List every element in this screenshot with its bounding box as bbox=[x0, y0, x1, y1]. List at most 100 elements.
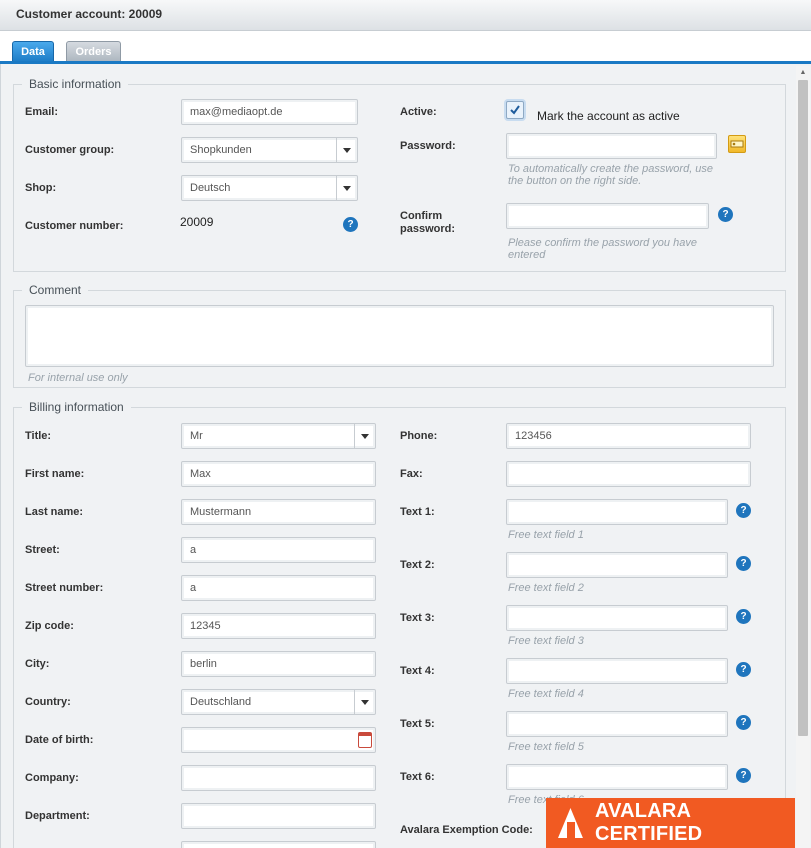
password-field[interactable] bbox=[506, 133, 717, 159]
help-icon[interactable]: ? bbox=[736, 715, 751, 730]
company-field[interactable] bbox=[181, 765, 376, 791]
city-label: City: bbox=[25, 658, 50, 670]
text2-label: Text 2: bbox=[400, 559, 435, 571]
text6-field[interactable] bbox=[506, 764, 728, 790]
zip-code-field[interactable]: 12345 bbox=[181, 613, 376, 639]
chevron-down-icon[interactable] bbox=[336, 176, 357, 200]
text5-label: Text 5: bbox=[400, 718, 435, 730]
active-checkbox[interactable] bbox=[506, 101, 524, 119]
first-name-label: First name: bbox=[25, 468, 85, 480]
text4-field[interactable] bbox=[506, 658, 728, 684]
billing-information-legend: Billing information bbox=[22, 400, 131, 415]
tab-data[interactable]: Data bbox=[12, 41, 54, 63]
email-label: Email: bbox=[25, 106, 59, 118]
confirm-password-field[interactable] bbox=[506, 203, 709, 229]
customer-group-select[interactable]: Shopkunden bbox=[181, 137, 358, 163]
text3-hint: Free text field 3 bbox=[508, 635, 584, 647]
help-icon[interactable]: ? bbox=[718, 207, 733, 222]
tab-bar: Data Orders bbox=[0, 31, 811, 63]
form-content: Basic information Email: max@mediaopt.de… bbox=[0, 64, 811, 848]
active-description: Mark the account as active bbox=[537, 109, 680, 123]
street-field[interactable]: a bbox=[181, 537, 376, 563]
company-label: Company: bbox=[25, 772, 79, 784]
country-value: Deutschland bbox=[190, 696, 252, 708]
window-title: Customer account: 20009 bbox=[16, 7, 163, 21]
title-value: Mr bbox=[190, 430, 203, 442]
date-of-birth-label: Date of birth: bbox=[25, 734, 94, 746]
text4-hint: Free text field 4 bbox=[508, 688, 584, 700]
text5-hint: Free text field 5 bbox=[508, 741, 584, 753]
street-number-field[interactable]: a bbox=[181, 575, 376, 601]
first-name-field[interactable]: Max bbox=[181, 461, 376, 487]
shop-value: Deutsch bbox=[190, 182, 231, 194]
customer-number-value: 20009 bbox=[180, 215, 214, 229]
country-label: Country: bbox=[25, 696, 71, 708]
text4-label: Text 4: bbox=[400, 665, 435, 677]
city-field[interactable]: berlin bbox=[181, 651, 376, 677]
basic-information-fieldset: Basic information Email: max@mediaopt.de… bbox=[13, 77, 786, 272]
vertical-scrollbar[interactable]: ▲ bbox=[796, 66, 810, 848]
generate-password-button[interactable] bbox=[728, 135, 746, 153]
help-icon[interactable]: ? bbox=[736, 503, 751, 518]
help-icon[interactable]: ? bbox=[736, 768, 751, 783]
street-label: Street: bbox=[25, 544, 60, 556]
comment-hint: For internal use only bbox=[28, 372, 128, 384]
confirm-password-hint: Please confirm the password you have ent… bbox=[508, 237, 697, 261]
basic-information-legend: Basic information bbox=[22, 77, 129, 92]
fax-label: Fax: bbox=[400, 468, 423, 480]
customer-group-label: Customer group: bbox=[25, 144, 115, 156]
text2-field[interactable] bbox=[506, 552, 728, 578]
key-icon bbox=[730, 140, 744, 148]
comment-fieldset: Comment For internal use only bbox=[13, 283, 786, 388]
billing-information-fieldset: Billing information Title: Mr First name… bbox=[13, 400, 786, 848]
title-label: Title: bbox=[25, 430, 52, 442]
password-hint: To automatically create the password, us… bbox=[508, 163, 714, 187]
text2-hint: Free text field 2 bbox=[508, 582, 584, 594]
next-field-partial[interactable] bbox=[181, 841, 376, 848]
last-name-label: Last name: bbox=[25, 506, 84, 518]
confirm-password-label: Confirm password: bbox=[400, 210, 456, 235]
shop-label: Shop: bbox=[25, 182, 57, 194]
zip-code-label: Zip code: bbox=[25, 620, 74, 632]
tab-orders[interactable]: Orders bbox=[66, 41, 121, 63]
text6-label: Text 6: bbox=[400, 771, 435, 783]
scrollbar-thumb[interactable] bbox=[798, 80, 808, 736]
help-icon[interactable]: ? bbox=[736, 662, 751, 677]
help-icon[interactable]: ? bbox=[736, 556, 751, 571]
last-name-field[interactable]: Mustermann bbox=[181, 499, 376, 525]
calendar-icon[interactable] bbox=[358, 732, 372, 748]
chevron-down-icon[interactable] bbox=[354, 690, 375, 714]
shop-select[interactable]: Deutsch bbox=[181, 175, 358, 201]
text1-field[interactable] bbox=[506, 499, 728, 525]
date-of-birth-field[interactable] bbox=[181, 727, 376, 753]
avalara-logo-icon bbox=[558, 808, 583, 838]
scroll-up-arrow-icon[interactable]: ▲ bbox=[796, 68, 810, 78]
chevron-down-icon[interactable] bbox=[336, 138, 357, 162]
window-titlebar: Customer account: 20009 bbox=[0, 0, 811, 31]
title-select[interactable]: Mr bbox=[181, 423, 376, 449]
department-field[interactable] bbox=[181, 803, 376, 829]
password-label: Password: bbox=[400, 140, 456, 152]
phone-label: Phone: bbox=[400, 430, 438, 442]
avalara-certified-badge: AVALARA CERTIFIED bbox=[546, 798, 795, 848]
country-select[interactable]: Deutschland bbox=[181, 689, 376, 715]
department-label: Department: bbox=[25, 810, 90, 822]
avalara-certified-text: AVALARA CERTIFIED bbox=[594, 800, 703, 845]
text3-field[interactable] bbox=[506, 605, 728, 631]
customer-number-label: Customer number: bbox=[25, 220, 124, 232]
help-icon[interactable]: ? bbox=[736, 609, 751, 624]
active-label: Active: bbox=[400, 106, 437, 118]
comment-textarea[interactable] bbox=[25, 305, 774, 367]
checkmark-icon bbox=[510, 105, 520, 115]
text1-hint: Free text field 1 bbox=[508, 529, 584, 541]
avalara-exemption-code-label: Avalara Exemption Code: bbox=[400, 824, 533, 836]
street-number-label: Street number: bbox=[25, 582, 104, 594]
text5-field[interactable] bbox=[506, 711, 728, 737]
email-field[interactable]: max@mediaopt.de bbox=[181, 99, 358, 125]
help-icon[interactable]: ? bbox=[343, 217, 358, 232]
chevron-down-icon[interactable] bbox=[354, 424, 375, 448]
comment-legend: Comment bbox=[22, 283, 89, 298]
text1-label: Text 1: bbox=[400, 506, 435, 518]
fax-field[interactable] bbox=[506, 461, 751, 487]
phone-field[interactable]: 123456 bbox=[506, 423, 751, 449]
